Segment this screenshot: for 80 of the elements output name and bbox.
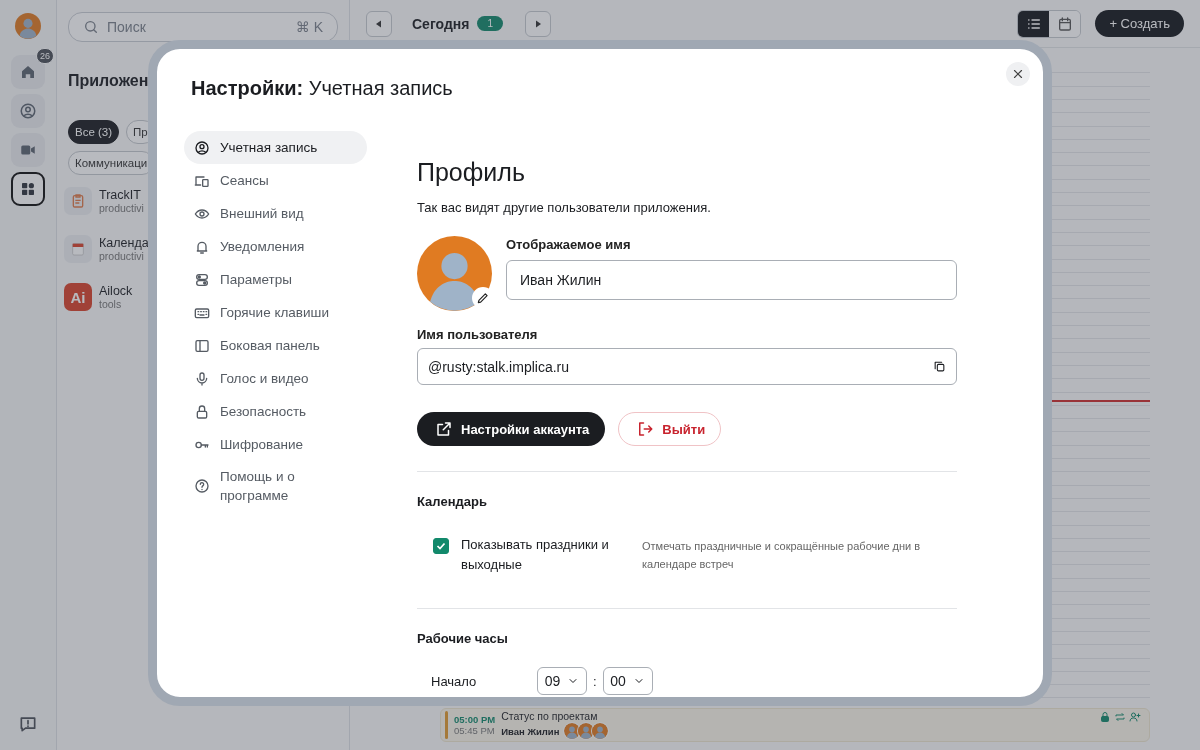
app-category: tools (99, 298, 123, 310)
section-description: Так вас видят другие пользователи приложения. (417, 200, 712, 215)
settings-nav-item[interactable]: Боковая панель (184, 329, 367, 362)
app-category: productivi (99, 250, 145, 262)
checkbox[interactable] (433, 538, 449, 554)
contacts-button[interactable] (11, 94, 45, 128)
calendar-icon (1056, 15, 1073, 32)
settings-nav-item[interactable]: Сеансы (184, 164, 367, 197)
app-name: Календа (99, 236, 149, 250)
close-button[interactable] (1006, 62, 1030, 86)
repeat-icon (1114, 711, 1126, 723)
checkmark-icon (435, 540, 447, 552)
notification-badge: 26 (36, 48, 54, 64)
help-icon (194, 478, 210, 494)
apps-button[interactable] (11, 172, 45, 206)
app-category: productivi (99, 202, 144, 214)
user-circle-icon (19, 102, 37, 120)
home-icon (19, 63, 37, 81)
previous-button[interactable] (366, 10, 392, 37)
section-heading: Календарь (417, 493, 488, 511)
copy-icon (933, 360, 946, 373)
settings-nav-item[interactable]: Внешний вид (184, 197, 367, 230)
clipboard-icon (64, 187, 92, 215)
app-name: Ailock (99, 284, 133, 298)
app-logo: Ai (64, 283, 92, 311)
event-end: 05:45 PM (454, 725, 496, 736)
settings-nav-item[interactable]: Безопасность (184, 395, 367, 428)
apps-icon (19, 180, 37, 198)
next-button[interactable] (525, 10, 551, 37)
video-button[interactable] (11, 133, 45, 167)
search-icon (83, 19, 99, 35)
option-hint: Отмечать праздничные и сокращённые рабочие дни в календаре встреч (642, 539, 922, 572)
panel-title: Приложен (68, 72, 149, 90)
account-settings-button[interactable]: Настройки аккаунта (417, 412, 606, 446)
create-button[interactable]: + Создать (1095, 10, 1184, 37)
microphone-icon (194, 370, 210, 387)
display-name-field[interactable]: Иван Жилин (506, 260, 957, 300)
calendar-icon (64, 235, 92, 263)
section-heading: Рабочие часы (417, 630, 509, 648)
logout-button[interactable]: Выйти (618, 412, 722, 446)
pencil-icon (476, 291, 490, 305)
lock-icon (1099, 711, 1111, 723)
feedback-button[interactable] (18, 714, 38, 734)
today-label: Сегодня (412, 15, 470, 32)
event-card[interactable]: 05:00 PM 05:45 PM Статус по проектам Иван Жилин (440, 708, 1150, 742)
minute-select[interactable]: 00 (602, 667, 653, 695)
sidebar-icon (194, 337, 210, 354)
settings-nav-item[interactable]: Шифрование (184, 428, 367, 461)
settings-nav-item[interactable]: Уведомления (184, 230, 367, 263)
external-link-icon (435, 420, 453, 438)
avatar (591, 722, 610, 740)
event-title: Статус по проектам (501, 710, 599, 722)
add-person-icon (1129, 711, 1141, 723)
user-circle-icon (194, 139, 210, 156)
avatar (15, 13, 41, 39)
list-view-button[interactable] (1018, 10, 1050, 37)
field-label: Имя пользователя (417, 326, 539, 344)
lock-icon (194, 403, 210, 420)
count-badge: 1 (477, 16, 503, 31)
settings-nav-item[interactable]: Голос и видео (184, 362, 367, 395)
settings-nav-item[interactable]: Учетная запись (184, 131, 367, 164)
filter-chip[interactable]: Все (3) (68, 120, 120, 144)
app-name: TrackIT (99, 188, 142, 202)
feedback-icon (18, 714, 38, 734)
event-organizer: Иван Жилин (501, 725, 560, 737)
section-heading: Профиль (417, 157, 526, 188)
close-icon (1011, 67, 1025, 81)
settings-nav-item[interactable]: Параметры (184, 263, 367, 296)
username-field[interactable]: @rusty:stalk.implica.ru (417, 348, 957, 385)
field-label: Отображаемое имя (506, 236, 632, 254)
hour-select[interactable]: 09 (537, 667, 587, 695)
start-label: Начало (431, 673, 478, 689)
logout-icon (636, 420, 655, 438)
settings-nav-item[interactable]: Горячие клавиши (184, 296, 367, 329)
event-start: 05:00 PM (454, 714, 496, 725)
checkbox-label: Показывать праздники и выходные (461, 536, 610, 574)
dialog-title: Настройки: Учетная запись (191, 76, 453, 101)
time-separator: : (593, 673, 597, 689)
settings-nav-item[interactable]: Помощь и о программе (184, 461, 367, 511)
toggles-icon (194, 271, 210, 288)
